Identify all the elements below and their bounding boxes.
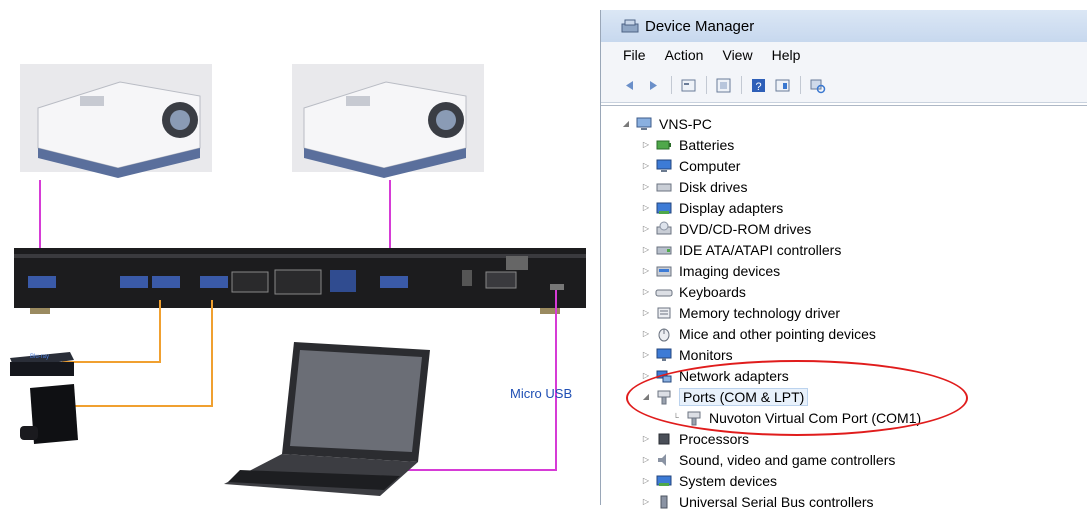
collapse-arrow-icon[interactable]: ◢: [621, 119, 631, 128]
tree-item-monitors[interactable]: ▷ Monitors: [641, 344, 733, 365]
projector-right: [292, 64, 484, 178]
keyboard-icon: [655, 289, 673, 296]
expand-arrow-icon[interactable]: ▷: [641, 287, 651, 296]
menu-file[interactable]: File: [623, 47, 646, 63]
tree-item-label: Keyboards: [679, 283, 746, 300]
tree-root-label: VNS-PC: [659, 115, 712, 132]
expand-arrow-icon[interactable]: ▷: [641, 476, 651, 485]
tree-item-label: Batteries: [679, 136, 735, 153]
tree-item-memory-technology[interactable]: ▷ Memory technology driver: [641, 302, 840, 323]
device-tree: ◢ VNS-PC ▷ Batteries ▷ Computer ▷ Disk d…: [601, 105, 1087, 510]
back-icon[interactable]: [621, 77, 638, 94]
expand-arrow-icon[interactable]: ▷: [641, 224, 651, 233]
device-manager-icon: [621, 19, 639, 33]
tree-item-label: Universal Serial Bus controllers: [679, 493, 874, 510]
toolbar-separator: [741, 76, 742, 94]
monitor-icon: [656, 348, 672, 361]
properties-icon[interactable]: [680, 77, 697, 94]
toolbar-separator: [671, 76, 672, 94]
highlight-ellipse: [626, 360, 968, 436]
help-icon[interactable]: ?: [750, 77, 767, 94]
tree-item-sound-video[interactable]: ▷ Sound, video and game controllers: [641, 449, 895, 470]
tree-item-display-adapters[interactable]: ▷ Display adapters: [641, 197, 783, 218]
svg-text:?: ?: [756, 81, 762, 93]
tree-item-keyboards[interactable]: ▷ Keyboards: [641, 281, 746, 302]
svg-text:Blu-ray: Blu-ray: [30, 354, 49, 360]
av-switcher-back-panel: [14, 248, 586, 314]
expand-arrow-icon[interactable]: ▷: [641, 350, 651, 359]
projector-left: [20, 64, 212, 178]
tree-root[interactable]: ◢ VNS-PC: [621, 113, 712, 134]
imaging-icon: [656, 266, 672, 276]
laptop: [224, 342, 430, 496]
tree-item-dvd-drives[interactable]: ▷ DVD/CD-ROM drives: [641, 218, 811, 239]
computer-icon: [636, 117, 652, 130]
dvd-icon: [656, 221, 672, 234]
tree-item-computer[interactable]: ▷ Computer: [641, 155, 741, 176]
forward-icon[interactable]: [645, 77, 662, 94]
tree-item-label: Sound, video and game controllers: [679, 451, 896, 468]
tree-item-label: Display adapters: [679, 199, 784, 216]
scan-hardware-icon[interactable]: [809, 77, 826, 94]
tree-item-label: Disk drives: [679, 178, 748, 195]
window-title: Device Manager: [645, 17, 755, 35]
sound-icon: [658, 453, 666, 466]
tree-item-label: Imaging devices: [679, 262, 781, 279]
expand-arrow-icon[interactable]: ▷: [641, 161, 651, 170]
tree-item-label: Computer: [679, 157, 741, 174]
expand-arrow-icon[interactable]: ▷: [641, 434, 651, 443]
expand-arrow-icon[interactable]: ▷: [641, 329, 651, 338]
tree-item-label: Memory technology driver: [679, 304, 841, 321]
expand-arrow-icon[interactable]: ▷: [641, 245, 651, 254]
expand-arrow-icon[interactable]: ▷: [641, 182, 651, 191]
tree-item-usb-controllers[interactable]: ▷ Universal Serial Bus controllers: [641, 491, 874, 512]
menu-help[interactable]: Help: [772, 47, 801, 63]
connection-diagram: Blu-ray Micro USB: [0, 0, 600, 505]
tree-item-label: Mice and other pointing devices: [679, 325, 876, 342]
menu-bar: File Action View Help: [601, 42, 1087, 68]
battery-icon: [656, 140, 671, 149]
tree-item-mice[interactable]: ▷ Mice and other pointing devices: [641, 323, 876, 344]
tree-item-label: IDE ATA/ATAPI controllers: [679, 241, 842, 258]
memory-icon: [657, 307, 671, 318]
processor-icon: [658, 433, 670, 444]
toolbar: ?: [601, 68, 1087, 103]
computer-icon: [656, 159, 672, 172]
tree-item-label: DVD/CD-ROM drives: [679, 220, 812, 237]
connection-diagram-svg: Blu-ray: [10, 64, 586, 496]
mouse-icon: [658, 328, 670, 341]
tree-item-ide-controllers[interactable]: ▷ IDE ATA/ATAPI controllers: [641, 239, 841, 260]
ide-controller-icon: [656, 246, 672, 254]
title-bar: Device Manager: [601, 10, 1087, 42]
tree-item-label: Monitors: [679, 346, 733, 363]
menu-view[interactable]: View: [722, 47, 752, 63]
menu-action[interactable]: Action: [665, 47, 704, 63]
disk-drive-icon: [656, 183, 672, 191]
details-icon[interactable]: [774, 77, 791, 94]
display-adapter-icon: [656, 202, 672, 214]
tree-item-label: System devices: [679, 472, 778, 489]
expand-arrow-icon[interactable]: ▷: [641, 308, 651, 317]
blu-ray-player: Blu-ray: [10, 352, 74, 376]
update-icon[interactable]: [715, 77, 732, 94]
expand-arrow-icon[interactable]: ▷: [641, 455, 651, 464]
tree-item-disk-drives[interactable]: ▷ Disk drives: [641, 176, 748, 197]
toolbar-separator: [800, 76, 801, 94]
expand-arrow-icon[interactable]: ▷: [641, 203, 651, 212]
toolbar-separator: [706, 76, 707, 94]
tree-item-system-devices[interactable]: ▷ System devices: [641, 470, 777, 491]
tree-item-batteries[interactable]: ▷ Batteries: [641, 134, 734, 155]
game-console: [20, 384, 78, 444]
micro-usb-label: Micro USB: [510, 386, 573, 401]
expand-arrow-icon[interactable]: ▷: [641, 266, 651, 275]
tree-item-imaging-devices[interactable]: ▷ Imaging devices: [641, 260, 780, 281]
system-device-icon: [656, 475, 672, 486]
usb-icon: [660, 495, 668, 508]
expand-arrow-icon[interactable]: ▷: [641, 140, 651, 149]
